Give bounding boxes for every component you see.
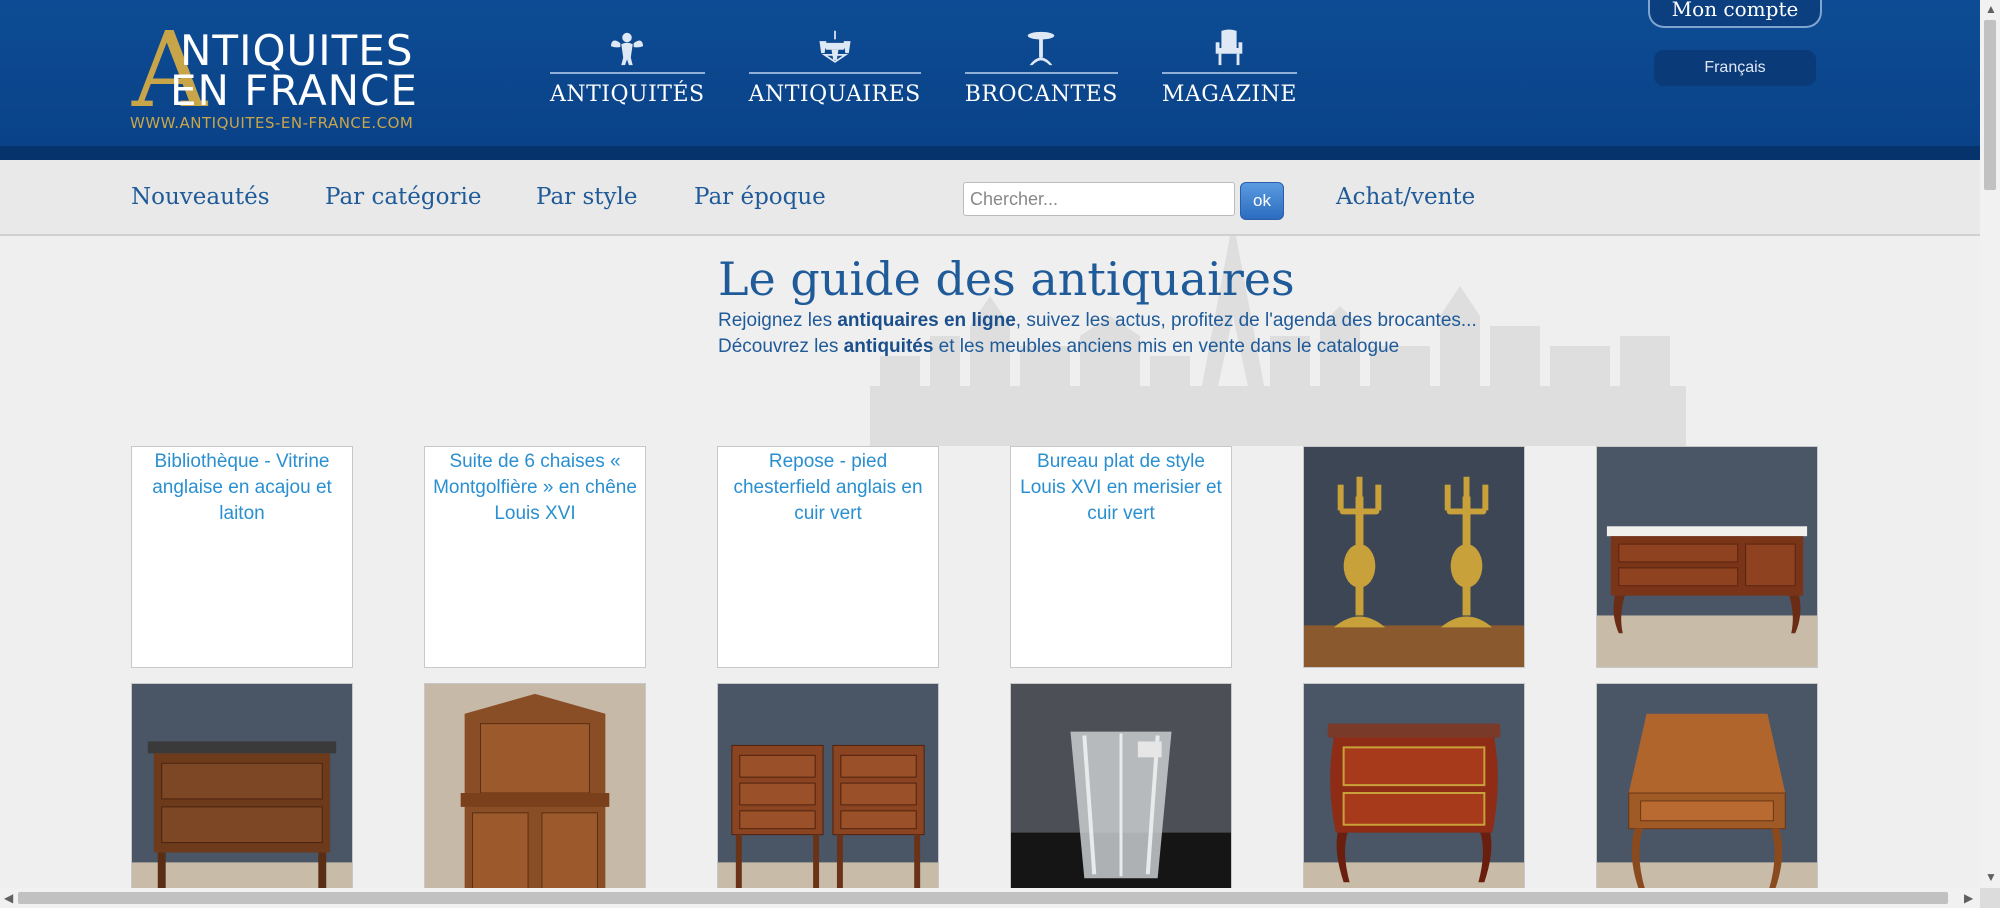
product-tile[interactable]: Suite de 6 chaises « Montgolfière » en c… bbox=[424, 446, 646, 668]
product-image-alt: Bureau plat de style Louis XVI en merisi… bbox=[1020, 451, 1222, 524]
marble-commode-image bbox=[1597, 447, 1817, 667]
subnav-achat-vente[interactable]: Achat/vente bbox=[1336, 184, 1475, 210]
nav-magazine[interactable]: MAGAZINE bbox=[1161, 22, 1297, 107]
product-tile[interactable]: Repose - pied chesterfield anglais en cu… bbox=[717, 446, 939, 668]
product-image-alt: Repose - pied chesterfield anglais en cu… bbox=[733, 451, 923, 524]
search-ok-button[interactable]: ok bbox=[1240, 182, 1284, 220]
nav-antiquites[interactable]: ANTIQUITÉS bbox=[550, 22, 705, 107]
crystal-vase-image bbox=[1011, 684, 1231, 904]
product-image-alt: Suite de 6 chaises « Montgolfière » en c… bbox=[433, 451, 637, 524]
logo-line2: EN FRANCE bbox=[170, 66, 418, 115]
buffet-image bbox=[425, 684, 645, 904]
main-nav: ANTIQUITÉS ANTIQUAIRES BROCANTES MAGAZIN… bbox=[550, 22, 1341, 107]
page-title: Le guide des antiquaires bbox=[718, 252, 1295, 306]
marquetry-commode-image bbox=[1304, 684, 1524, 904]
cherub-icon bbox=[550, 22, 705, 68]
scroll-down-icon[interactable]: ▼ bbox=[1985, 870, 1997, 884]
nav-label: ANTIQUITÉS bbox=[550, 82, 705, 107]
nav-antiquaires[interactable]: ANTIQUAIRES bbox=[748, 22, 921, 107]
antiquites-text: antiquités bbox=[843, 336, 934, 357]
product-tile[interactable] bbox=[424, 683, 646, 905]
sub-nav: Nouveautés Par catégorie Par style Par é… bbox=[0, 160, 1980, 236]
vertical-scroll-thumb[interactable] bbox=[1984, 20, 1996, 190]
search-input[interactable] bbox=[963, 182, 1235, 216]
scroll-up-icon[interactable]: ▲ bbox=[1985, 2, 1997, 16]
product-tile[interactable] bbox=[1303, 446, 1525, 668]
chandelier-icon bbox=[749, 22, 921, 68]
nav-label: BROCANTES bbox=[964, 82, 1118, 107]
commode-image bbox=[132, 684, 352, 904]
site-logo[interactable]: A NTIQUITES EN FRANCE WWW.ANTIQUITES-EN-… bbox=[130, 18, 440, 134]
hero-section: Le guide des antiquaires Rejoignez les a… bbox=[718, 256, 1477, 360]
pedestal-table-icon bbox=[965, 22, 1118, 68]
armchair-icon bbox=[1162, 22, 1297, 68]
antiquaires-en-ligne-text: antiquaires en ligne bbox=[837, 310, 1016, 331]
hero-line-1: Rejoignez les antiquaires en ligne, suiv… bbox=[718, 310, 1477, 331]
product-tile[interactable] bbox=[1596, 446, 1818, 668]
hero-line-2: Découvrez les antiquités et les meubles … bbox=[718, 336, 1400, 357]
subnav-par-categorie[interactable]: Par catégorie bbox=[325, 184, 481, 210]
product-tile[interactable]: Bureau plat de style Louis XVI en merisi… bbox=[1010, 446, 1232, 668]
horizontal-scroll-thumb[interactable] bbox=[18, 892, 1948, 904]
product-tile[interactable] bbox=[1596, 683, 1818, 905]
subnav-par-style[interactable]: Par style bbox=[536, 184, 637, 210]
nav-label: MAGAZINE bbox=[1161, 82, 1297, 107]
product-tile[interactable] bbox=[1303, 683, 1525, 905]
nav-label: ANTIQUAIRES bbox=[748, 82, 921, 107]
subnav-par-epoque[interactable]: Par époque bbox=[694, 184, 826, 210]
product-tile[interactable] bbox=[717, 683, 939, 905]
candelabras-image bbox=[1304, 447, 1524, 667]
logo-url: WWW.ANTIQUITES-EN-FRANCE.COM bbox=[130, 114, 414, 132]
product-image-alt: Bibliothèque - Vitrine anglaise en acajo… bbox=[152, 451, 332, 524]
account-button[interactable]: Mon compte bbox=[1648, 0, 1822, 28]
vertical-scrollbar[interactable]: ▲ ▼ bbox=[1980, 0, 2000, 888]
secretary-desk-image bbox=[1597, 684, 1817, 904]
product-tile[interactable] bbox=[131, 683, 353, 905]
nightstands-image bbox=[718, 684, 938, 904]
nav-brocantes[interactable]: BROCANTES bbox=[964, 22, 1118, 107]
scroll-right-icon[interactable]: ▶ bbox=[1964, 891, 1973, 905]
horizontal-scrollbar[interactable]: ◀ ▶ bbox=[0, 888, 1980, 908]
subnav-nouveautes[interactable]: Nouveautés bbox=[131, 184, 270, 210]
language-selector[interactable]: Français bbox=[1654, 50, 1816, 86]
product-tile[interactable] bbox=[1010, 683, 1232, 905]
scroll-left-icon[interactable]: ◀ bbox=[4, 891, 13, 905]
site-header: A NTIQUITES EN FRANCE WWW.ANTIQUITES-EN-… bbox=[0, 0, 1980, 160]
product-tile[interactable]: Bibliothèque - Vitrine anglaise en acajo… bbox=[131, 446, 353, 668]
